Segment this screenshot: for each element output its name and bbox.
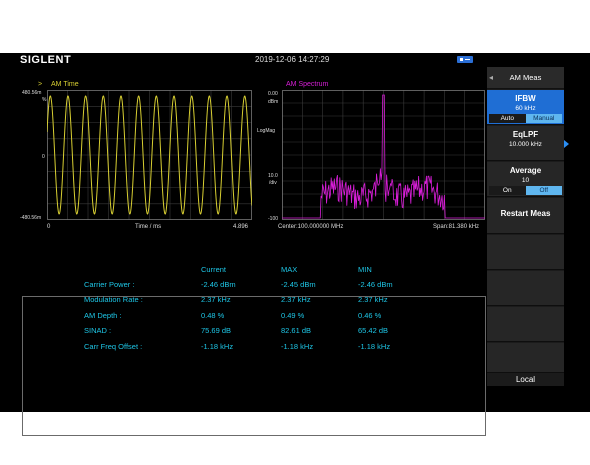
time-x-start: 0 [47,224,51,230]
row-max: 0.49 % [281,311,305,320]
usb-icon [457,56,473,63]
spectrum-graph [282,90,485,220]
empty-softkey[interactable] [487,235,564,270]
spectrum-y-scale: LogMag [257,128,276,134]
row-label: Modulation Rate : [84,295,143,304]
row-current: -1.18 kHz [201,342,234,351]
row-current: 2.37 kHz [201,295,231,304]
eqlpf-label: EqLPF [512,130,539,139]
row-label: AM Depth : [84,311,122,320]
spectrum-y-bottom: -100 [268,216,279,222]
row-max: 82.61 dB [281,326,312,335]
ifbw-label: IFBW [515,94,536,103]
restart-meas-softkey[interactable]: Restart Meas [487,198,564,234]
back-arrow-icon[interactable]: ◂ [489,67,493,89]
datetime: 2019-12-06 14:27:29 [255,55,330,64]
eqlpf-value: 10.000 kHz [509,141,542,148]
col-current: Current [201,265,227,274]
spectrum-y-top-unit: dBm [268,99,279,105]
status-bar: SIGLENT 2019-12-06 14:27:29 [0,53,487,67]
spectrum-y-div: 10.0 [268,173,278,179]
row-max: -1.18 kHz [281,342,314,351]
local-label: Local [515,375,536,384]
time-domain-graph [47,90,252,220]
time-y-unit: % [42,97,47,103]
col-max: MAX [281,265,298,274]
restart-meas-label: Restart Meas [500,209,551,218]
menu-title-label: AM Meas [509,73,542,82]
softkey-menu: ◂ AM Meas IFBW 60 kHz Auto Manual EqLPF … [487,67,569,386]
time-x-label: Time / ms [135,224,162,230]
empty-softkey[interactable] [487,343,564,373]
ifbw-auto-option[interactable]: Auto [489,114,526,123]
average-off-option[interactable]: Off [525,186,562,195]
menu-title: ◂ AM Meas [487,67,564,89]
average-on-option[interactable]: On [489,186,526,195]
spectrum-panel-title: AM Spectrum [286,81,329,88]
row-min: -2.46 dBm [358,280,393,289]
average-softkey[interactable]: Average 10 On Off [487,162,564,197]
row-max: 2.37 kHz [281,295,311,304]
ifbw-softkey[interactable]: IFBW 60 kHz Auto Manual [487,90,564,125]
time-y-bottom: -480.56m [20,215,42,221]
col-min: MIN [358,265,372,274]
average-label: Average [509,166,542,175]
row-min: 2.37 kHz [358,295,388,304]
spectrum-center: Center:100.000000 MHz [278,224,344,230]
row-current: 75.69 dB [201,326,232,335]
time-panel-marker: > [38,81,43,88]
row-min: -1.18 kHz [358,342,391,351]
row-label: SINAD : [84,326,112,335]
average-value: 10 [521,177,530,184]
time-y-top: 480.56m [22,90,42,96]
row-current: 0.48 % [201,311,225,320]
spectrum-span: Span:81.380 kHz [433,224,480,230]
time-x-end: 4.896 [233,224,249,230]
eqlpf-softkey[interactable]: EqLPF 10.000 kHz [487,126,569,161]
brand-logo: SIGLENT [20,54,72,66]
spectrum-y-top: 0.00 [268,91,278,97]
local-softkey[interactable]: Local [487,373,564,386]
ifbw-manual-option[interactable]: Manual [525,114,562,123]
row-label: Carr Freq Offset : [84,342,143,351]
row-max: -2.45 dBm [281,280,316,289]
time-panel-title: AM Time [51,81,79,88]
row-current: -2.46 dBm [201,280,236,289]
time-y-mid: 0 [42,154,45,160]
ifbw-toggle[interactable]: Auto Manual [489,114,562,123]
row-label: Carrier Power : [84,280,135,289]
average-toggle[interactable]: On Off [489,186,562,195]
submenu-arrow-icon [564,140,569,148]
ifbw-value: 60 kHz [515,105,536,112]
row-min: 65.42 dB [358,326,389,335]
row-min: 0.46 % [358,311,382,320]
empty-softkey[interactable] [487,307,564,342]
spectrum-y-div-unit: /div [269,180,277,186]
empty-softkey[interactable] [487,271,564,306]
